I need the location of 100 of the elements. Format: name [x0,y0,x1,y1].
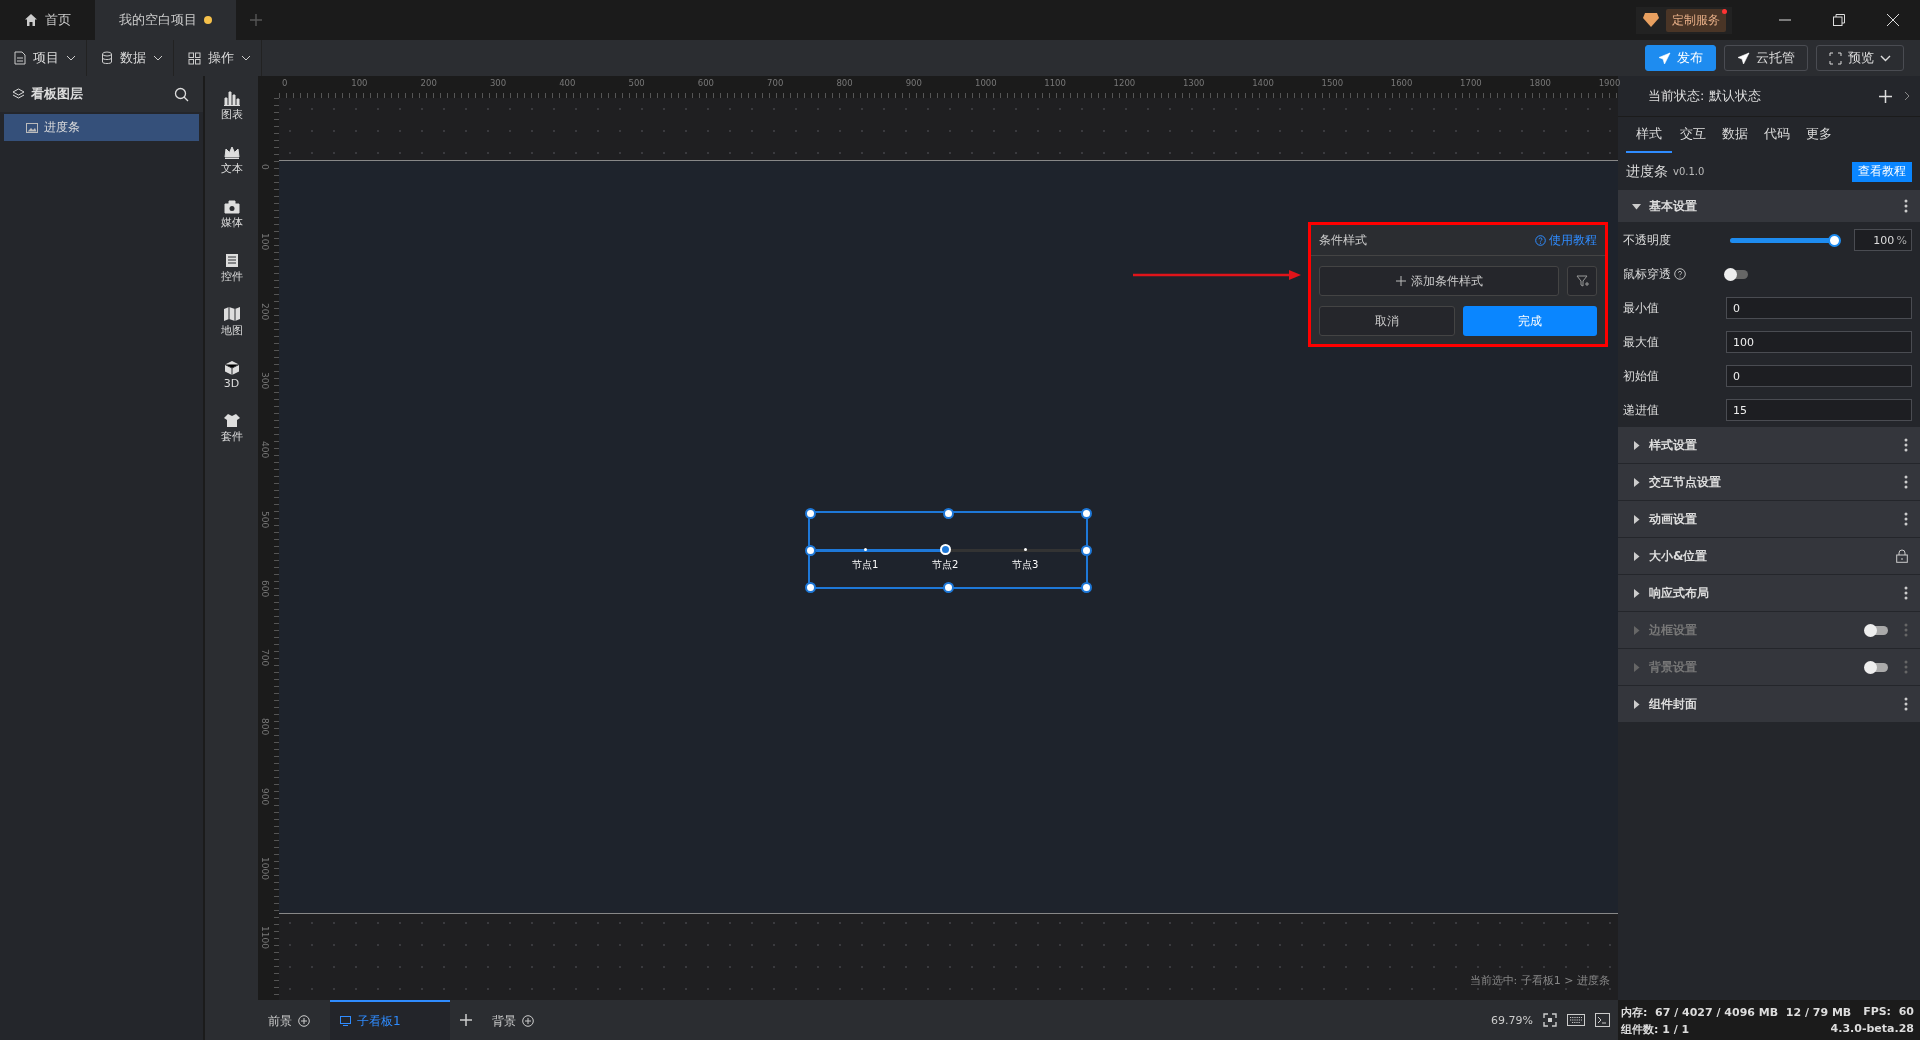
resize-handle[interactable] [942,581,954,593]
more-icon[interactable] [1904,475,1908,489]
fullscreen-icon [1829,51,1842,65]
toolbox-item[interactable]: 3D [222,360,241,390]
add-page-icon[interactable] [460,1014,472,1026]
more-icon[interactable] [1904,512,1908,526]
ruler-label: 100 [351,78,368,88]
resize-handle[interactable] [804,507,816,519]
bar-chart-icon [222,90,241,106]
database-icon [101,51,113,65]
memory-usage: 内存: 67 / 4027 / 4096 MB 12 / 79 MB [1621,1005,1852,1020]
tutorial-link[interactable]: 使用教程 [1535,231,1597,249]
caret-icon [153,55,163,61]
restore-icon[interactable] [1832,13,1846,27]
more-icon[interactable] [1904,438,1908,452]
opacity-slider[interactable] [1730,233,1843,247]
field-label: 最大值 [1623,333,1659,351]
more-icon[interactable] [1904,199,1908,213]
expand-arrow-icon [1632,662,1641,672]
ruler-label: 1300 [1182,78,1205,88]
chevron-right-icon[interactable] [1904,91,1910,101]
section-header[interactable]: 交互节点设置 [1618,464,1920,501]
add-state-icon[interactable] [1879,89,1892,103]
page-tab[interactable]: 背景 [482,1000,544,1040]
selection-path: 当前选中: 子看板1 > 进度条 [1469,973,1610,988]
page-tab[interactable]: 前景 [258,1000,320,1040]
search-icon[interactable] [174,86,189,102]
done-button[interactable]: 完成 [1463,306,1597,336]
section-header[interactable]: 基本设置 [1618,190,1920,223]
tutorial-button[interactable]: 查看教程 [1852,161,1912,182]
resize-handle[interactable] [1080,581,1092,593]
map-icon [222,306,241,322]
layer-item[interactable]: 进度条 [4,114,199,141]
project-tab[interactable]: 首页 [0,0,95,40]
input-field[interactable]: 0 [1726,297,1912,319]
add-circle-icon[interactable] [298,1015,310,1027]
tool-label: 媒体 [220,215,243,230]
number-field[interactable]: 100 % [1854,229,1912,251]
keyboard-icon[interactable] [1567,1014,1585,1026]
section-header[interactable]: 组件封面 [1618,686,1920,723]
close-icon[interactable] [1886,13,1900,27]
custom-service-badge[interactable]: 定制服务 [1636,6,1732,34]
page-tab[interactable]: 子看板1 [330,1000,450,1040]
action-button[interactable]: 云托管 [1724,45,1808,71]
ruler-label: 600 [697,78,715,88]
ruler-label: 1500 [1321,78,1344,88]
inspector-tab[interactable]: 数据 [1714,125,1756,153]
ruler-label: 400 [559,78,576,88]
inspector-tab[interactable]: 代码 [1756,125,1798,153]
toolbox-item[interactable]: 媒体 [220,198,243,230]
resize-handle[interactable] [804,581,816,593]
project-tab[interactable]: 我的空白项目 [95,0,236,40]
input-field[interactable]: 15 [1726,399,1912,421]
resize-handle[interactable] [1080,507,1092,519]
home-icon [24,13,38,27]
toolbox-item[interactable]: 文本 [220,144,243,176]
add-condition-button[interactable]: 添加条件样式 [1319,266,1559,296]
caret-icon [66,55,76,61]
expand-arrow-icon [1632,514,1641,524]
field-label: 初始值 [1623,367,1659,385]
toggle-switch[interactable] [1726,269,1748,279]
expand-arrow-icon [1632,551,1641,561]
component-name: 进度条 [1626,162,1668,181]
filter-add-button[interactable] [1567,266,1597,296]
resize-handle[interactable] [942,507,954,519]
action-button[interactable]: 预览 [1816,45,1904,71]
input-field[interactable]: 0 [1726,365,1912,387]
expand-arrow-icon [1632,588,1641,598]
section-header[interactable]: 动画设置 [1618,501,1920,538]
ruler-label: 300 [260,371,270,390]
resize-handle[interactable] [804,544,816,556]
section-header[interactable]: 大小&位置 [1618,538,1920,575]
plus-icon [1395,276,1406,286]
ruler-label: 700 [767,78,784,88]
ruler-label: 200 [420,78,437,88]
section-header[interactable]: 样式设置 [1618,427,1920,464]
ruler-label: 300 [489,78,507,88]
section-header[interactable]: 响应式布局 [1618,575,1920,612]
ruler-label: 1000 [975,78,997,88]
inspector-tab[interactable]: 更多 [1798,125,1840,153]
terminal-icon[interactable] [1595,1013,1610,1027]
fit-screen-icon[interactable] [1543,1013,1557,1027]
ruler-label: 0 [282,78,288,88]
more-icon[interactable] [1904,586,1908,600]
shirt-icon [222,412,241,428]
cancel-button[interactable]: 取消 [1319,306,1455,336]
inspector-tab[interactable]: 交互 [1672,125,1714,153]
resize-handle[interactable] [1080,544,1092,556]
toolbox-item[interactable]: 套件 [220,412,243,444]
inspector-tab[interactable]: 样式 [1626,125,1672,153]
input-field[interactable]: 100 [1726,331,1912,353]
ruler-label: 400 [260,441,270,459]
more-icon[interactable] [1904,697,1908,711]
lock-icon[interactable] [1896,549,1908,563]
field-value: 100 [1873,233,1895,247]
add-circle-icon[interactable] [522,1015,534,1027]
toolbox-item[interactable]: 控件 [220,252,243,284]
toolbox-item[interactable]: 图表 [220,90,243,122]
app-version: 4.3.0-beta.28 [1830,1022,1914,1037]
toolbox-item[interactable]: 地图 [220,306,243,338]
